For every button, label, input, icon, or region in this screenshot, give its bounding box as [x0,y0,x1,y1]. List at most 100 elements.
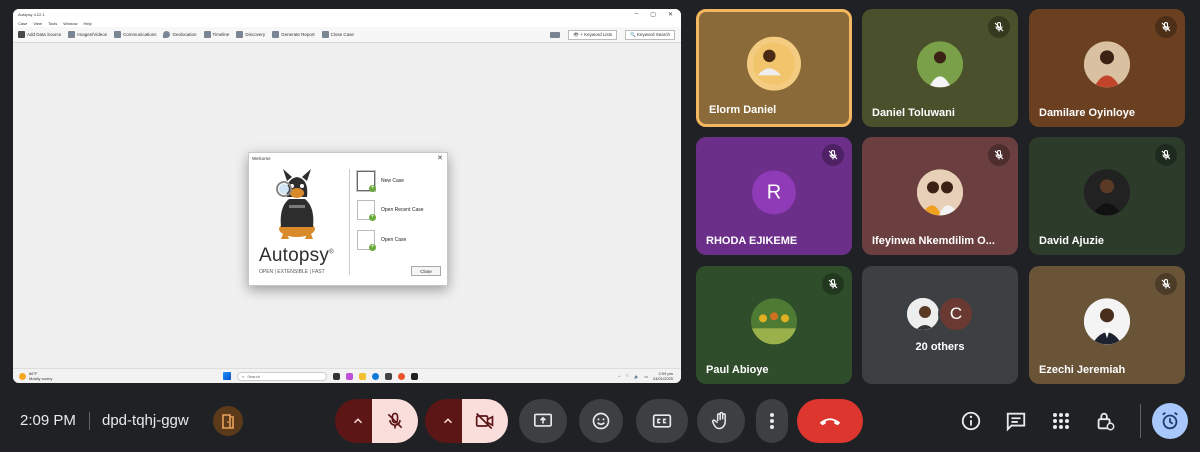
taskbar-clock[interactable]: 2:09 pm 24/01/2025 [653,371,673,381]
add-data-source-button[interactable]: Add Data Source [18,31,65,38]
menu-case[interactable]: Case [18,21,27,26]
firefox-icon[interactable] [398,372,405,380]
mic-off-icon [1155,273,1177,295]
keyword-search-button[interactable]: 🔍 Keyword Search [625,29,675,40]
presented-screen[interactable]: Autopsy 4.22.1 – ▢ ✕ Case View Tools Win… [13,9,681,383]
participant-tile[interactable]: Paul Abioye [696,266,852,384]
breakout-room-icon[interactable] [213,406,243,436]
raise-hand-button[interactable] [697,399,745,443]
menu-view[interactable]: View [33,21,42,26]
communications-button[interactable]: Communications [113,31,161,38]
images-icon [68,31,76,38]
avatar [1084,298,1130,345]
maximize-icon[interactable]: ▢ [650,11,656,18]
present-screen-button[interactable] [519,399,567,443]
participant-tile[interactable]: Damilare Oyinloye [1029,9,1185,127]
captions-button[interactable] [636,399,688,443]
mic-off-icon [822,144,844,166]
participant-name: RHODA EJIKEME [706,235,798,247]
participant-group-tile[interactable]: C 20 others [862,266,1018,384]
close-icon[interactable]: ✕ [668,11,673,18]
autopsy-taskbar-icon[interactable] [411,372,418,380]
dialog-close-icon[interactable]: ✕ [437,154,443,162]
generate-report-button[interactable]: Generate Report [272,31,319,38]
camera-toggle-button[interactable] [462,399,508,443]
keyword-search-label: Keyword Search [636,31,670,37]
participant-tile[interactable]: Elorm Daniel [696,9,852,127]
task-view-icon[interactable] [333,372,340,380]
mic-off-icon [1155,16,1177,38]
participant-name: Ezechi Jeremiah [1039,364,1126,376]
avatar: C [938,296,974,332]
communications-icon [113,31,121,38]
file-explorer-icon[interactable] [359,372,366,380]
system-tray: ^ ⌔ 🔈 ▭ 2:09 pm 24/01/2025 [619,371,681,381]
battery-icon[interactable]: ▭ [644,374,648,379]
menu-help[interactable]: Help [84,21,92,26]
welcome-dialog: Welcome ✕ Autopsy® OPEN | EXTENSIBLE | F… [248,152,448,286]
alarm-clock-icon [1162,411,1178,430]
dialog-close-button[interactable]: Close [411,266,441,276]
search-icon: ⌕ [242,373,245,379]
open-case-option[interactable]: Open Case [357,230,407,251]
menu-window[interactable]: Window [63,21,77,26]
store-icon[interactable] [385,372,392,380]
option-label: Open Case [381,237,407,243]
dialog-title: Welcome [252,156,271,161]
participant-tile[interactable]: David Ajuzie [1029,137,1185,255]
meeting-time: 2:09 PM [20,412,76,429]
participant-tile[interactable]: R RHODA EJIKEME [696,137,852,255]
dialog-titlebar: Welcome ✕ [249,153,447,163]
discovery-button[interactable]: Discovery [236,31,269,38]
speaker-icon[interactable]: 🔈 [634,374,639,379]
monitor-icon[interactable] [550,31,561,38]
divider [1140,404,1141,438]
participant-tile[interactable]: Ezechi Jeremiah [1029,266,1185,384]
mic-off-icon [822,273,844,295]
keyword-lists-button[interactable]: 👁 + Keyword Lists [568,29,618,40]
taskbar-search[interactable]: ⌕ Search [237,371,327,381]
activities-button[interactable] [1048,408,1074,434]
participant-tile[interactable]: Ifeyinwa Nkemdilim O... [862,137,1018,255]
new-case-option[interactable]: New Case [357,171,405,192]
mic-toggle-button[interactable] [372,399,418,443]
menu-tools[interactable]: Tools [48,21,57,26]
meeting-details-button[interactable] [958,408,984,434]
toolbar-label: Images/Videos [77,32,107,37]
pin-icon [163,31,171,38]
minimize-icon[interactable]: – [635,11,638,18]
close-case-button[interactable]: Close Case [321,31,358,38]
images-videos-button[interactable]: Images/Videos [68,31,111,38]
chat-button[interactable] [1003,408,1029,434]
chevron-up-icon [353,418,363,424]
reactions-button[interactable] [579,399,623,443]
wifi-icon[interactable]: ⌔ [625,373,629,379]
timer-button[interactable] [1152,403,1188,439]
avatar [747,36,801,91]
host-controls-button[interactable] [1092,408,1118,434]
option-label: New Case [381,178,405,184]
meeting-code[interactable]: dpd-tqhj-ggw [102,412,189,429]
timeline-icon [203,31,211,38]
leave-call-button[interactable] [797,399,863,443]
participant-name: Elorm Daniel [709,104,777,116]
brand-name: Autopsy [259,245,330,266]
open-recent-case-option[interactable]: Open Recent Case [357,200,424,221]
avatar [917,41,963,88]
participant-name: Paul Abioye [706,364,769,376]
more-options-button[interactable] [756,399,788,443]
weather-widget[interactable]: 86°F Mostly sunny [13,371,213,381]
lock-settings-icon [1097,412,1115,431]
info-icon [961,411,981,431]
dog-mascot-icon [276,169,315,239]
chevron-up-icon[interactable]: ^ [619,374,621,379]
chevron-up-icon [443,418,453,424]
windows-start-icon[interactable] [223,372,231,380]
participant-tile[interactable]: Daniel Toluwani [862,9,1018,127]
timeline-button[interactable]: Timeline [203,31,234,38]
copilot-icon[interactable] [346,372,353,380]
edge-icon[interactable] [372,372,379,380]
geolocation-button[interactable]: Geolocation [163,31,200,38]
avatar [917,169,963,216]
toolbar-label: Timeline [212,32,230,37]
